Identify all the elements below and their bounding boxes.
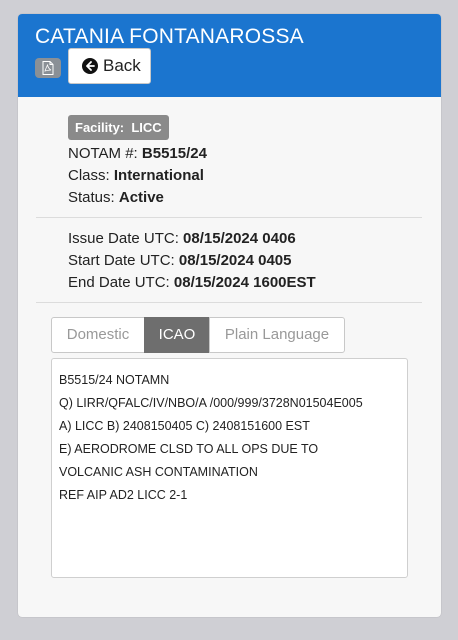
notam-text-line: B5515/24 NOTAMN <box>59 373 170 387</box>
tab-plain-language[interactable]: Plain Language <box>209 317 345 353</box>
issue-date-value: 08/15/2024 0406 <box>183 230 296 247</box>
status-label: Status: <box>68 189 115 206</box>
end-date-label: End Date UTC: <box>68 274 170 291</box>
pdf-file-icon <box>42 61 54 75</box>
back-button[interactable]: Back <box>68 48 151 84</box>
facility-badge: Facility: LICC <box>68 115 169 140</box>
notam-number-label: NOTAM #: <box>68 145 138 162</box>
notam-text-box: B5515/24 NOTAMN Q) LIRR/QFALC/IV/NBO/A /… <box>51 358 408 578</box>
notam-text-line: E) AERODROME CLSD TO ALL OPS DUE TO <box>59 442 319 456</box>
notam-text-line: A) LICC B) 2408150405 C) 2408151600 EST <box>59 419 310 433</box>
notam-text-line: Q) LIRR/QFALC/IV/NBO/A /000/999/3728N015… <box>59 396 363 410</box>
notam-text-line: REF AIP AD2 LICC 2-1 <box>59 488 188 502</box>
arrow-left-circle-icon <box>82 58 98 74</box>
class-label: Class: <box>68 167 110 184</box>
status-row: Status: Active <box>68 189 164 206</box>
notam-number-value: B5515/24 <box>141 145 207 162</box>
class-row: Class: International <box>68 167 204 184</box>
facility-value: LICC <box>131 120 162 135</box>
issue-date-label: Issue Date UTC: <box>68 230 179 247</box>
status-value: Active <box>118 189 164 206</box>
end-date-value: 08/15/2024 1600EST <box>173 274 316 291</box>
pdf-button[interactable] <box>35 58 61 78</box>
divider <box>36 302 422 303</box>
start-date-value: 08/15/2024 0405 <box>178 252 292 269</box>
divider <box>36 217 422 218</box>
start-date-row: Start Date UTC: 08/15/2024 0405 <box>68 252 292 269</box>
tab-icao[interactable]: ICAO <box>144 317 210 353</box>
header-bar: CATANIA FONTANAROSSA Back <box>18 14 441 97</box>
issue-date-row: Issue Date UTC: 08/15/2024 0406 <box>68 230 296 247</box>
notam-number-row: NOTAM #: B5515/24 <box>68 145 207 162</box>
page-title: CATANIA FONTANAROSSA <box>35 25 304 48</box>
notam-card: CATANIA FONTANAROSSA Back Facility: LICC… <box>18 14 441 617</box>
start-date-label: Start Date UTC: <box>68 252 175 269</box>
notam-text-line: VOLCANIC ASH CONTAMINATION <box>59 465 258 479</box>
tab-domestic[interactable]: Domestic <box>51 317 145 353</box>
end-date-row: End Date UTC: 08/15/2024 1600EST <box>68 274 316 291</box>
back-button-label: Back <box>103 56 141 75</box>
facility-label: Facility: <box>75 120 125 135</box>
class-value: International <box>113 167 204 184</box>
